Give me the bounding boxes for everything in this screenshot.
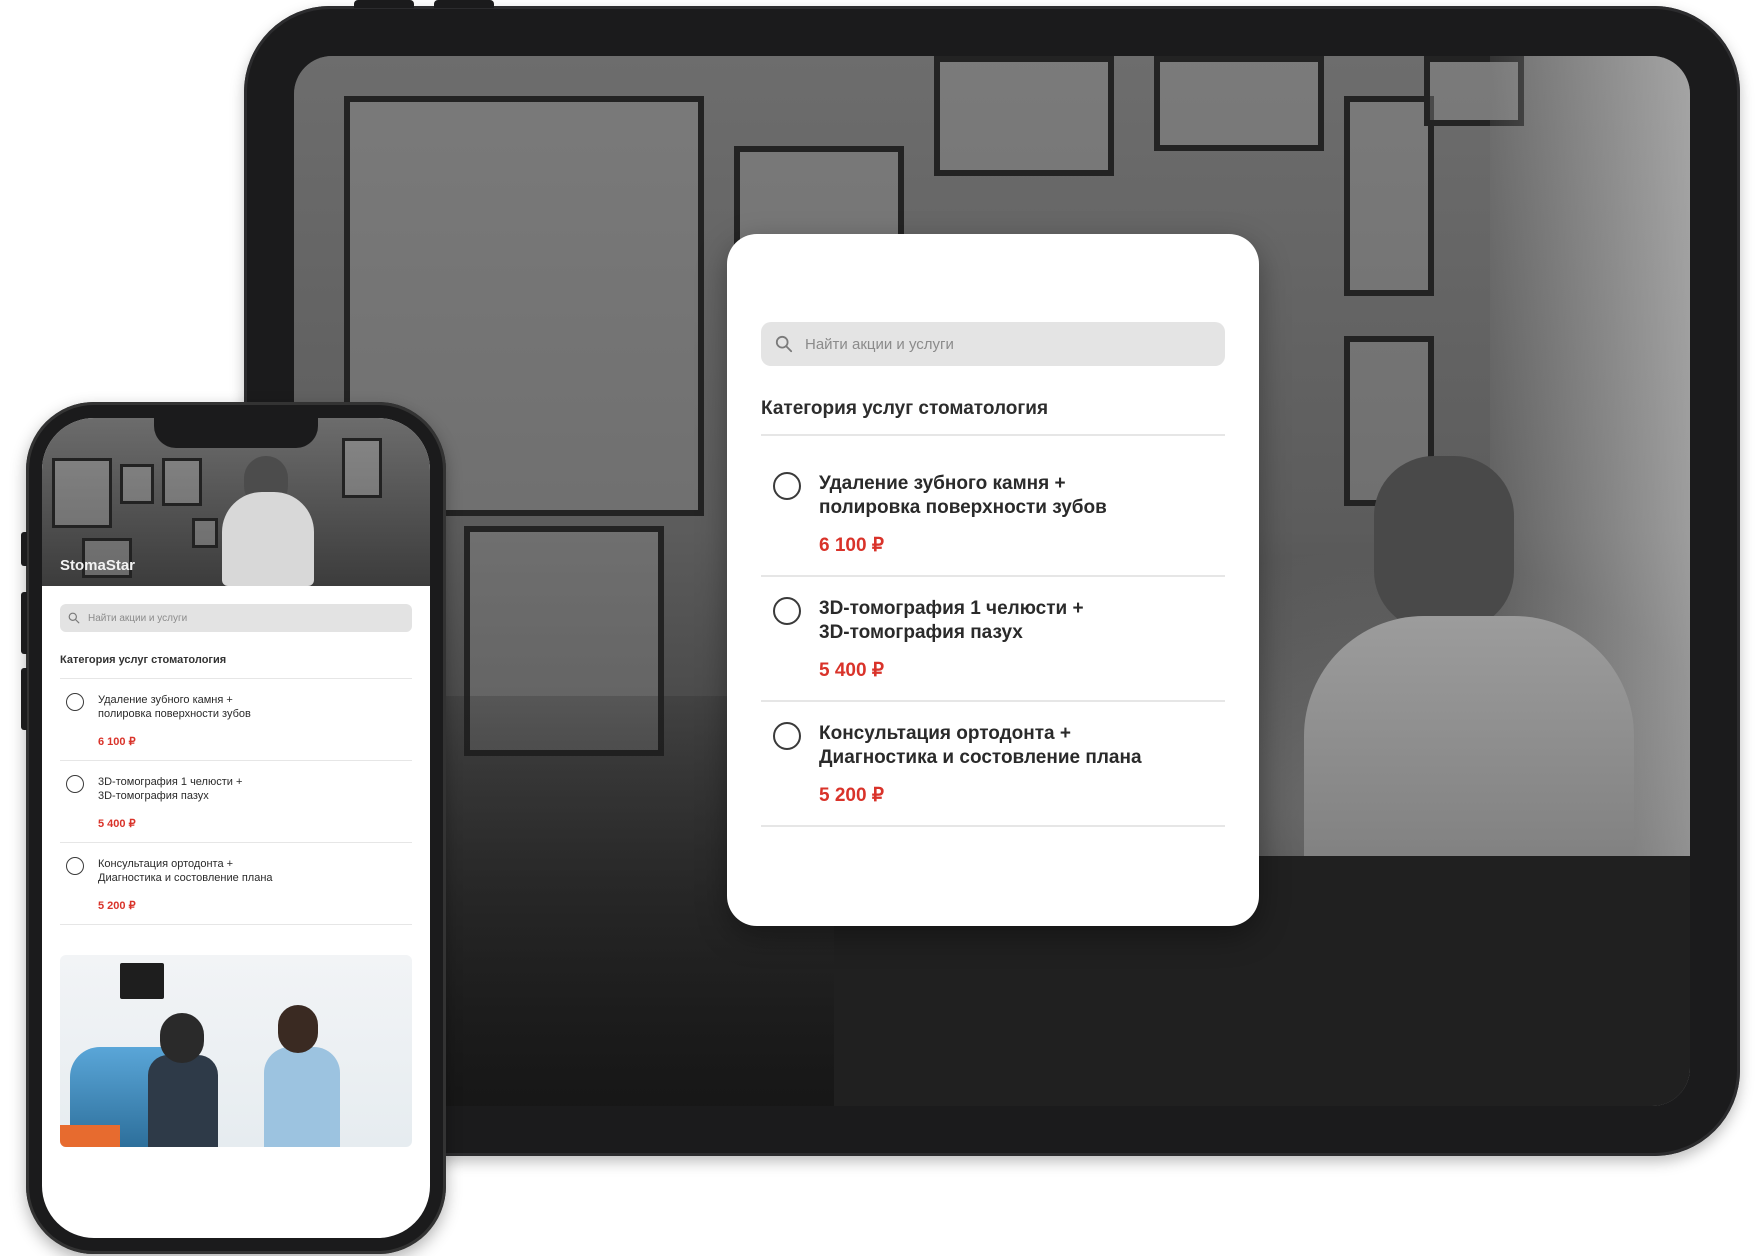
- service-option[interactable]: Удаление зубного камня + полировка повер…: [761, 452, 1225, 577]
- service-text: 3D-томография 1 челюсти + 3D-томография …: [819, 597, 1225, 682]
- service-title: 3D-томография 1 челюсти +: [98, 776, 243, 788]
- search-input[interactable]: Найти акции и услуги: [761, 322, 1225, 366]
- service-title: Консультация ортодонта +: [98, 858, 234, 870]
- doctor-head: [278, 1005, 318, 1053]
- radio-unselected-icon[interactable]: [773, 597, 801, 625]
- search-placeholder: Найти акции и услуги: [88, 612, 188, 624]
- service-text: Удаление зубного камня + полировка повер…: [98, 693, 251, 748]
- service-text: Удаление зубного камня + полировка повер…: [819, 472, 1225, 557]
- service-option[interactable]: Консультация ортодонта + Диагностика и с…: [761, 702, 1225, 827]
- phone-side-button: [21, 668, 27, 730]
- chair-accent: [60, 1125, 120, 1147]
- search-icon: [775, 335, 793, 353]
- doctor-head: [1374, 456, 1514, 631]
- wall-frame: [192, 518, 218, 548]
- service-price: 5 400 ₽: [819, 660, 884, 681]
- tablet-top-button: [354, 0, 414, 8]
- service-price: 5 200 ₽: [98, 900, 136, 912]
- service-price: 6 100 ₽: [98, 736, 136, 748]
- phone-device: StomaStar Найти акции и услуги Категория…: [21, 402, 446, 1254]
- service-option[interactable]: 3D-томография 1 челюсти + 3D-томография …: [60, 761, 412, 843]
- service-option[interactable]: Консультация ортодонта + Диагностика и с…: [60, 843, 412, 925]
- search-icon: [68, 612, 80, 624]
- service-text: Консультация ортодонта + Диагностика и с…: [98, 857, 273, 912]
- services-modal: Найти акции и услуги Категория услуг сто…: [727, 234, 1259, 926]
- clinic-photo: [60, 955, 412, 1147]
- service-title-line2: Диагностика и состовление плана: [819, 747, 1142, 768]
- doctor-body: [222, 492, 314, 586]
- phone-side-button: [21, 532, 27, 566]
- search-input[interactable]: Найти акции и услуги: [60, 604, 412, 632]
- wall-frame: [120, 464, 154, 504]
- service-price: 5 400 ₽: [98, 818, 136, 830]
- patient-body: [148, 1055, 218, 1147]
- doctor-body: [264, 1047, 340, 1147]
- service-option[interactable]: 3D-томография 1 челюсти + 3D-томография …: [761, 577, 1225, 702]
- phone-screen: StomaStar Найти акции и услуги Категория…: [42, 418, 430, 1238]
- service-price: 6 100 ₽: [819, 535, 884, 556]
- service-text: Консультация ортодонта + Диагностика и с…: [819, 722, 1225, 807]
- radio-unselected-icon[interactable]: [66, 775, 84, 793]
- radio-unselected-icon[interactable]: [773, 722, 801, 750]
- monitor: [120, 963, 164, 999]
- tablet-top-button: [434, 0, 494, 8]
- wall-frame: [162, 458, 202, 506]
- wall-frame: [52, 458, 112, 528]
- service-title-line2: Диагностика и состовление плана: [98, 872, 273, 884]
- category-title: Категория услуг стоматология: [761, 398, 1225, 436]
- wall-frame: [1344, 96, 1434, 296]
- radio-unselected-icon[interactable]: [773, 472, 801, 500]
- radio-unselected-icon[interactable]: [66, 857, 84, 875]
- brand-logo: StomaStar: [60, 557, 136, 574]
- service-text: 3D-томография 1 челюсти + 3D-томография …: [98, 775, 242, 830]
- service-title-line2: полировка поверхности зубов: [98, 708, 251, 720]
- service-title: Консультация ортодонта +: [819, 723, 1072, 744]
- category-title: Категория услуг стоматология: [60, 654, 412, 679]
- service-title: 3D-томография 1 челюсти +: [819, 598, 1084, 619]
- service-price: 5 200 ₽: [819, 785, 884, 806]
- service-title-line2: полировка поверхности зубов: [819, 497, 1107, 518]
- search-placeholder: Найти акции и услуги: [805, 335, 954, 353]
- service-title-line2: 3D-томография пазух: [98, 790, 209, 802]
- wall-frame: [342, 438, 382, 498]
- service-option[interactable]: Удаление зубного камня + полировка повер…: [60, 679, 412, 761]
- wall-frame: [934, 56, 1114, 176]
- phone-notch: [154, 418, 318, 448]
- phone-side-button: [21, 592, 27, 654]
- service-title: Удаление зубного камня +: [819, 473, 1066, 494]
- phone-content: Найти акции и услуги Категория услуг сто…: [42, 586, 430, 1147]
- wall-frame: [1154, 56, 1324, 151]
- radio-unselected-icon[interactable]: [66, 693, 84, 711]
- service-title: Удаление зубного камня +: [98, 694, 233, 706]
- service-title-line2: 3D-томография пазух: [819, 622, 1023, 643]
- patient-head: [160, 1013, 204, 1063]
